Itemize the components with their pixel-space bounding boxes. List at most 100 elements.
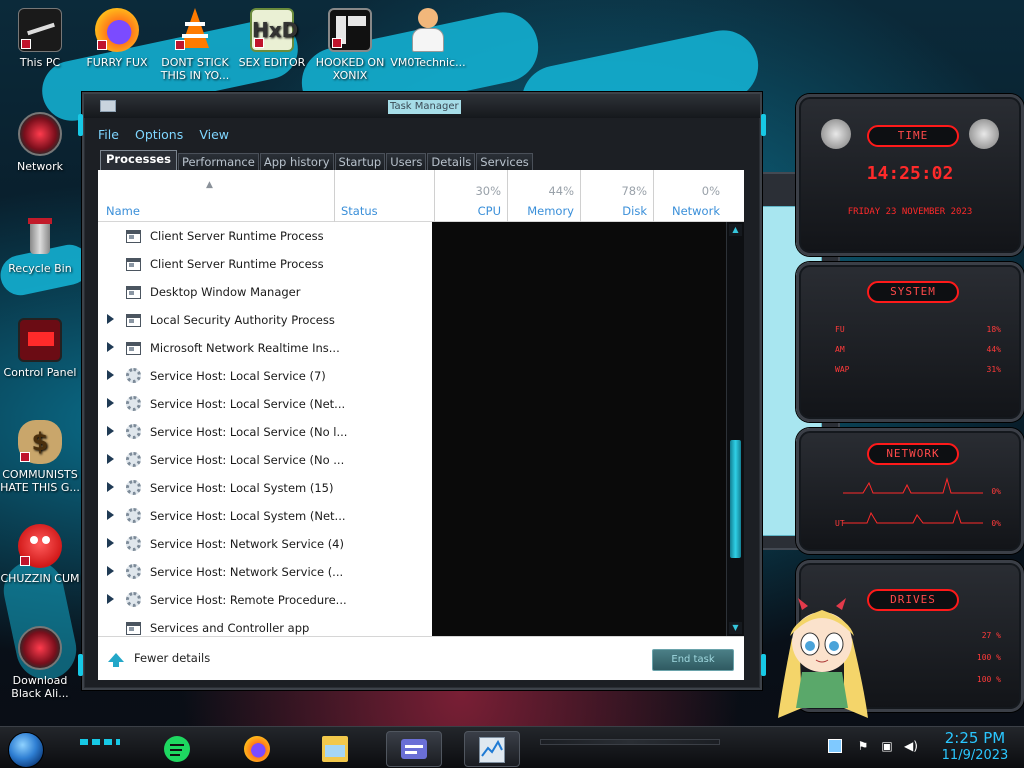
desktop-icon-this-pc[interactable]: This PC (0, 8, 80, 69)
expand-chevron-icon[interactable] (107, 314, 114, 324)
process-row[interactable]: Services and Controller app (98, 614, 728, 636)
taskbar-id-card-app[interactable] (386, 731, 442, 767)
process-name: Services and Controller app (150, 621, 310, 635)
task-manager-window[interactable]: Task Manager File Options View Processes… (78, 92, 766, 690)
tab-processes[interactable]: Processes (100, 150, 177, 172)
hxd-editor-icon: HxD (250, 8, 298, 52)
desktop-icon-download-black-alienware[interactable]: Download Black Ali... (0, 626, 80, 700)
desktop-icon-furry-fux[interactable]: FURRY FUX (77, 8, 157, 69)
taskbar-firefox[interactable] (230, 731, 286, 767)
volume-icon[interactable]: ◀) (904, 739, 918, 753)
taskbar-spotify[interactable] (150, 731, 206, 767)
process-name: Service Host: Local System (Net... (150, 509, 346, 523)
gadget-date: FRIDAY 23 NOVEMBER 2023 (847, 207, 973, 217)
xonix-icon (328, 8, 372, 52)
system-gadget[interactable]: SYSTEM FU 18% AM 44% WAP 31% (796, 262, 1024, 422)
cpu-percent: 30% (475, 184, 501, 198)
column-disk[interactable]: 78% Disk (580, 170, 653, 222)
taskbar-decoration (80, 739, 120, 745)
column-status[interactable]: Status (334, 170, 434, 222)
expand-chevron-icon[interactable] (107, 342, 114, 352)
title-bar[interactable]: Task Manager (84, 94, 760, 118)
desktop-icon-network[interactable]: Network (0, 112, 80, 173)
expand-chevron-icon[interactable] (107, 454, 114, 464)
alien-head-icon (821, 119, 851, 149)
process-row[interactable]: Service Host: Network Service (4) (98, 530, 728, 558)
column-name[interactable]: Name (98, 170, 334, 222)
window-icon (126, 258, 141, 271)
menu-options[interactable]: Options (135, 125, 183, 145)
expand-chevron-icon[interactable] (107, 426, 114, 436)
desktop-icon-recycle-bin[interactable]: Recycle Bin (0, 214, 80, 275)
process-row[interactable]: Service Host: Network Service (... (98, 558, 728, 586)
memory-percent: 44% (548, 184, 574, 198)
start-button[interactable] (8, 732, 44, 768)
process-name: Service Host: Local Service (No l... (150, 425, 348, 439)
frame-decoration (761, 654, 766, 676)
process-row[interactable]: Service Host: Local Service (No l... (98, 418, 728, 446)
process-row[interactable]: Microsoft Network Realtime Ins... (98, 334, 728, 362)
vertical-scrollbar[interactable]: ▲ ▼ (726, 222, 744, 636)
process-row[interactable]: Client Server Runtime Process (98, 222, 728, 250)
process-list: Client Server Runtime Process Client Serv… (98, 222, 728, 636)
flag-icon[interactable]: ⚑ (856, 739, 870, 753)
expand-chevron-icon[interactable] (107, 370, 114, 380)
desktop-icon-communists[interactable]: $ COMMUNISTS HATE THIS G... (0, 420, 80, 494)
network-tray-icon[interactable]: ▣ (880, 739, 894, 753)
desktop-icon-xonix[interactable]: HOOKED ON XONIX (310, 8, 390, 82)
expand-chevron-icon[interactable] (107, 594, 114, 604)
taskbar-task-manager[interactable] (464, 731, 520, 767)
desktop-icon-control-panel[interactable]: Control Panel (0, 318, 80, 379)
desktop-icon-vm0technic[interactable]: VM0Technic... (388, 8, 468, 69)
expand-chevron-icon[interactable] (107, 398, 114, 408)
time-gadget[interactable]: TIME 14:25:02 FRIDAY 23 NOVEMBER 2023 (796, 94, 1024, 256)
firefox-icon (95, 8, 139, 52)
process-row[interactable]: Local Security Authority Process (98, 306, 728, 334)
desktop-icon-label: HOOKED ON XONIX (315, 56, 385, 82)
network-gadget[interactable]: NETWORK 0% UT 0% (796, 428, 1024, 554)
firefox-icon (244, 736, 270, 762)
show-desktop-icon[interactable] (828, 739, 842, 753)
process-row[interactable]: Service Host: Remote Procedure... (98, 586, 728, 614)
process-row[interactable]: Desktop Window Manager (98, 278, 728, 306)
column-cpu[interactable]: 30% CPU (434, 170, 507, 222)
expand-chevron-icon[interactable] (107, 538, 114, 548)
desktop-icon-label: FURRY FUX (86, 56, 148, 69)
gadget-title: DRIVES (867, 589, 959, 611)
desktop-icon-sex-editor[interactable]: HxD SEX EDITOR (232, 8, 312, 69)
expand-chevron-icon[interactable] (107, 510, 114, 520)
desktop-icon-vlc[interactable]: DONT STICK THIS IN YO... (155, 8, 235, 82)
expand-chevron-icon[interactable] (107, 482, 114, 492)
scroll-thumb[interactable] (730, 440, 741, 558)
process-row[interactable]: Service Host: Local System (Net... (98, 502, 728, 530)
scroll-up-arrow-icon[interactable]: ▲ (729, 224, 742, 236)
process-row[interactable]: Client Server Runtime Process (98, 250, 728, 278)
desktop-icon-label: CHUZZIN CUM (0, 572, 80, 585)
gear-icon (126, 368, 141, 383)
process-row[interactable]: Service Host: Local Service (Net... (98, 390, 728, 418)
menu-file[interactable]: File (98, 125, 119, 145)
chevron-up-icon (108, 653, 124, 667)
clock-time: 2:25 PM (944, 729, 1006, 747)
process-row[interactable]: Service Host: Local System (15) (98, 474, 728, 502)
scroll-down-arrow-icon[interactable]: ▼ (729, 622, 742, 634)
column-memory[interactable]: 44% Memory (507, 170, 580, 222)
expand-chevron-icon[interactable] (107, 566, 114, 576)
window-title: Task Manager (388, 100, 461, 114)
end-task-button[interactable]: End task (652, 649, 734, 671)
column-network[interactable]: 0% Network (653, 170, 726, 222)
process-name: Service Host: Local Service (No ... (150, 453, 345, 467)
gadget-row: WAP 31% (835, 365, 1001, 374)
process-name: Local Security Authority Process (150, 313, 335, 327)
menu-view[interactable]: View (199, 125, 229, 145)
taskbar-clock[interactable]: 2:25 PM 11/9/2023 (934, 729, 1016, 765)
process-row[interactable]: Service Host: Local Service (No ... (98, 446, 728, 474)
gear-icon (126, 452, 141, 467)
taskbar-file-explorer[interactable] (308, 731, 364, 767)
taskbar-decoration (540, 739, 720, 745)
desktop-icon-chuzzin[interactable]: CHUZZIN CUM (0, 524, 80, 585)
process-row[interactable]: Service Host: Local Service (7) (98, 362, 728, 390)
desktop-icon-label: Network (17, 160, 63, 173)
frame-decoration (78, 114, 83, 136)
network-icon (18, 112, 62, 156)
